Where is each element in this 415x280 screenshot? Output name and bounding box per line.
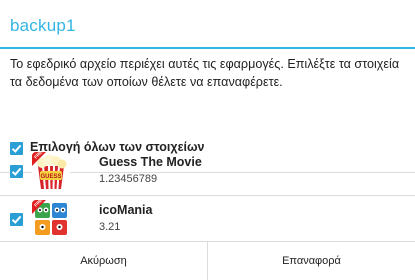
svg-text:GUESS: GUESS xyxy=(40,174,61,180)
app-checkbox[interactable] xyxy=(10,213,23,226)
dialog-title: backup1 xyxy=(10,16,76,35)
title-divider xyxy=(0,47,415,49)
app-name: icoMania xyxy=(99,203,153,217)
dialog-message: Το εφεδρικό αρχείο περιέχει αυτές τις εφ… xyxy=(10,57,400,89)
app-name: Guess The Movie xyxy=(99,155,202,169)
restore-backup-dialog: backup1 Το εφεδρικό αρχείο περιέχει αυτέ… xyxy=(0,0,415,280)
icomania-app-icon: FREE xyxy=(32,200,70,238)
guess-the-movie-app-icon: GUESS FREE xyxy=(32,152,70,190)
app-version: 1.23456789 xyxy=(99,173,158,185)
restore-button[interactable]: Επαναφορά xyxy=(208,242,415,280)
app-checkbox[interactable] xyxy=(10,165,23,178)
dialog-button-bar: Ακύρωση Επαναφορά xyxy=(0,241,415,280)
cancel-button[interactable]: Ακύρωση xyxy=(0,242,207,280)
app-row-icomania[interactable]: FREE icoMania 3.21 xyxy=(0,196,415,242)
app-row-guess-the-movie[interactable]: GUESS FREE Guess The Movie 1.23456789 xyxy=(0,148,415,194)
app-version: 3.21 xyxy=(99,221,121,233)
